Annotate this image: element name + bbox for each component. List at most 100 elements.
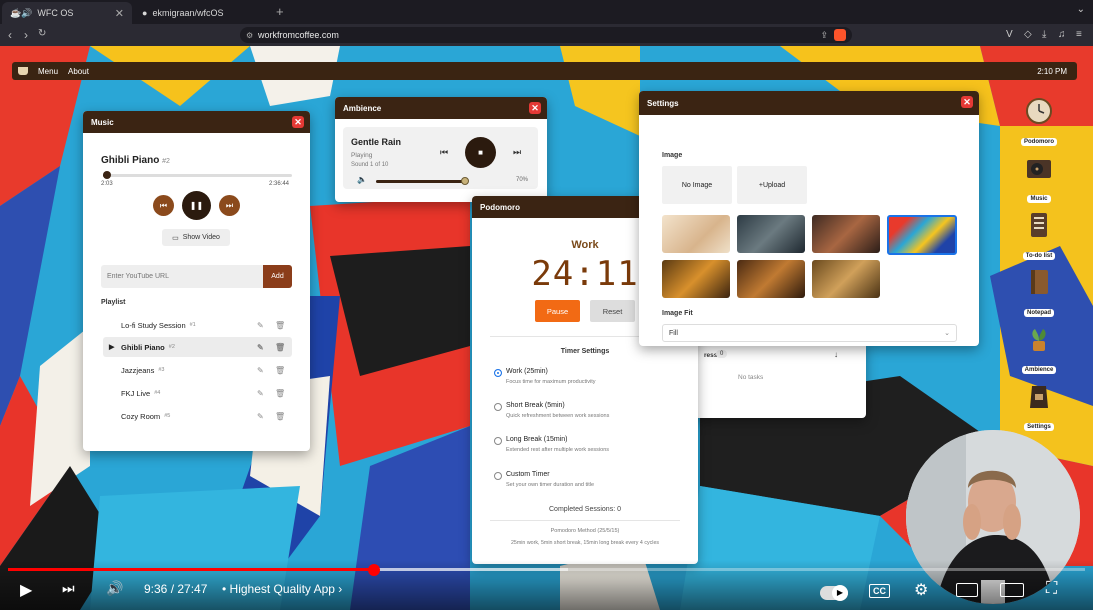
media-icon[interactable]: ♫ <box>1058 29 1066 40</box>
list-item[interactable]: Lo-fi Study Session #1 ✎ 🗑 <box>103 315 292 335</box>
wallpaper-thumb-shop-front[interactable] <box>812 215 880 253</box>
edit-icon[interactable]: ✎ <box>257 321 264 330</box>
address-bar[interactable]: ⚙ workfromcoffee.com ⇪ <box>240 27 852 43</box>
close-icon[interactable]: ✕ <box>529 102 541 114</box>
image-label: Image <box>662 152 683 159</box>
ambience-window-titlebar[interactable]: Ambience ✕ <box>335 97 547 119</box>
play-icon: ▶ <box>109 344 115 351</box>
music-window-titlebar[interactable]: Music ✕ <box>83 111 310 133</box>
play-icon[interactable]: ▶ <box>20 580 32 600</box>
miniplayer-icon[interactable] <box>956 583 978 597</box>
forward-icon[interactable]: › <box>24 28 28 42</box>
pause-icon[interactable]: ❚❚ <box>182 191 211 220</box>
previous-icon[interactable]: ⏮ <box>440 147 448 158</box>
volume-slider[interactable] <box>376 180 466 183</box>
list-item[interactable]: FKJ Live #4 ✎ 🗑 <box>103 383 292 403</box>
theater-mode-icon[interactable] <box>1000 583 1024 597</box>
desktop-icon-podomoro[interactable]: Podomoro <box>1017 97 1061 148</box>
edit-icon[interactable]: ✎ <box>257 366 264 375</box>
desktop-icon-notepad[interactable]: Notepad <box>1017 268 1061 319</box>
window-title: Podomoro <box>480 202 520 212</box>
wallet-icon[interactable]: ◇ <box>1024 29 1032 40</box>
desktop-icon-ambience[interactable]: Ambience <box>1017 325 1061 376</box>
download-icon[interactable]: ⤓ <box>1042 29 1046 40</box>
wallpaper-thumb-cozy-lounge[interactable] <box>737 260 805 298</box>
radio-long-break[interactable] <box>494 437 502 445</box>
wallpaper-thumb-warm-bar[interactable] <box>662 260 730 298</box>
timer-settings-heading: Timer Settings <box>560 348 610 355</box>
autoplay-toggle[interactable]: ▶ <box>820 585 848 601</box>
stop-icon[interactable]: ■ <box>465 137 496 168</box>
trash-icon[interactable]: 🗑 <box>275 389 285 398</box>
desktop-icon-settings[interactable]: Settings <box>1017 382 1061 433</box>
trash-icon[interactable]: 🗑 <box>275 343 285 352</box>
close-icon[interactable]: ✕ <box>961 96 973 108</box>
fullscreen-icon[interactable]: ⛶ <box>1046 580 1057 598</box>
chevron-down-icon[interactable]: ↓ <box>834 350 838 359</box>
no-image-button[interactable]: No Image <box>662 166 732 204</box>
list-item[interactable]: Cozy Room #5 ✎ 🗑 <box>103 406 292 426</box>
menu-button[interactable]: Menu <box>38 67 58 76</box>
volume-icon[interactable]: 🔊 <box>106 580 123 597</box>
turntable-icon <box>1027 160 1051 178</box>
edit-icon[interactable]: ✎ <box>257 343 264 352</box>
about-button[interactable]: About <box>68 67 89 76</box>
video-progress-bar[interactable] <box>8 568 1085 571</box>
upload-button[interactable]: +Upload <box>737 166 807 204</box>
trash-icon[interactable]: 🗑 <box>275 412 285 421</box>
settings-gear-icon[interactable]: ⚙ <box>914 580 928 600</box>
music-progress-bar[interactable] <box>103 174 292 177</box>
back-icon[interactable]: ‹ <box>8 28 12 42</box>
edit-icon[interactable]: ✎ <box>257 389 264 398</box>
tab-github[interactable]: ● ekmigraan/wfcOS <box>134 2 270 24</box>
wallpaper-thumb-night-cafe[interactable] <box>812 260 880 298</box>
desktop-icon-todo[interactable]: To-do list <box>1017 211 1061 262</box>
captions-icon[interactable]: CC <box>869 584 890 598</box>
close-tab-icon[interactable]: ✕ <box>115 7 124 20</box>
list-item[interactable]: ▶ Ghibli Piano #2 ✎ 🗑 <box>103 337 292 357</box>
tab-list-chevron-icon[interactable]: ⌄ <box>1077 4 1085 15</box>
pause-button[interactable]: Pause <box>535 300 580 322</box>
previous-icon[interactable]: ⏮ <box>153 195 174 216</box>
extension-icon[interactable]: V <box>1006 29 1013 40</box>
radio-work[interactable] <box>494 369 502 377</box>
next-icon[interactable]: ⏭ <box>219 195 240 216</box>
settings-window-titlebar[interactable]: Settings ✕ <box>639 91 979 115</box>
reload-icon[interactable]: ↻ <box>38 28 46 39</box>
list-item[interactable]: Jazzjeans #3 ✎ 🗑 <box>103 360 292 380</box>
radio-custom-timer[interactable] <box>494 472 502 480</box>
method-title: Pomodoro Method (25/5/15) <box>550 528 620 534</box>
tab-wfc-os[interactable]: ☕🔊 WFC OS ✕ <box>2 2 132 24</box>
browser-tab-bar: ☕🔊 WFC OS ✕ ● ekmigraan/wfcOS + ⌄ <box>0 0 1093 24</box>
wallpaper-thumb-abstract-wall[interactable] <box>887 215 957 255</box>
option-desc: Set your own timer duration and title <box>506 482 595 488</box>
next-icon[interactable]: ⏭ <box>513 147 521 158</box>
divider <box>490 520 680 521</box>
show-video-button[interactable]: ▭ Show Video <box>162 229 230 246</box>
coffee-logo-icon[interactable] <box>18 67 28 75</box>
volume-knob[interactable] <box>461 177 469 185</box>
youtube-url-input[interactable] <box>101 265 263 288</box>
desktop-icon-music[interactable]: Music <box>1017 154 1061 205</box>
share-icon[interactable]: ⇪ <box>820 30 828 41</box>
music-progress-knob[interactable] <box>103 171 111 179</box>
image-fit-select[interactable]: Fill ⌄ <box>662 324 957 342</box>
add-url-button[interactable]: Add <box>263 265 292 288</box>
close-icon[interactable]: ✕ <box>292 116 304 128</box>
autoplay-play-icon: ▶ <box>832 585 848 601</box>
new-tab-button[interactable]: + <box>276 4 284 19</box>
next-video-icon[interactable]: ⏭ <box>62 580 75 597</box>
menu-icon[interactable]: ≡ <box>1076 29 1082 40</box>
wallpaper-thumb-dark-cafe[interactable] <box>737 215 805 253</box>
wallpaper-thumb-sketch-cafe[interactable] <box>662 215 730 253</box>
chapter-title[interactable]: • Highest Quality App › <box>222 582 342 596</box>
trash-icon[interactable]: 🗑 <box>275 321 285 330</box>
site-info-icon[interactable]: ⚙ <box>246 31 253 40</box>
radio-short-break[interactable] <box>494 403 502 411</box>
trash-icon[interactable]: 🗑 <box>275 366 285 375</box>
brave-shield-icon[interactable] <box>834 29 846 41</box>
edit-icon[interactable]: ✎ <box>257 412 264 421</box>
reset-button[interactable]: Reset <box>590 300 635 322</box>
book-icon <box>1031 270 1048 294</box>
option-desc: Quick refreshment between work sessions <box>506 413 610 419</box>
